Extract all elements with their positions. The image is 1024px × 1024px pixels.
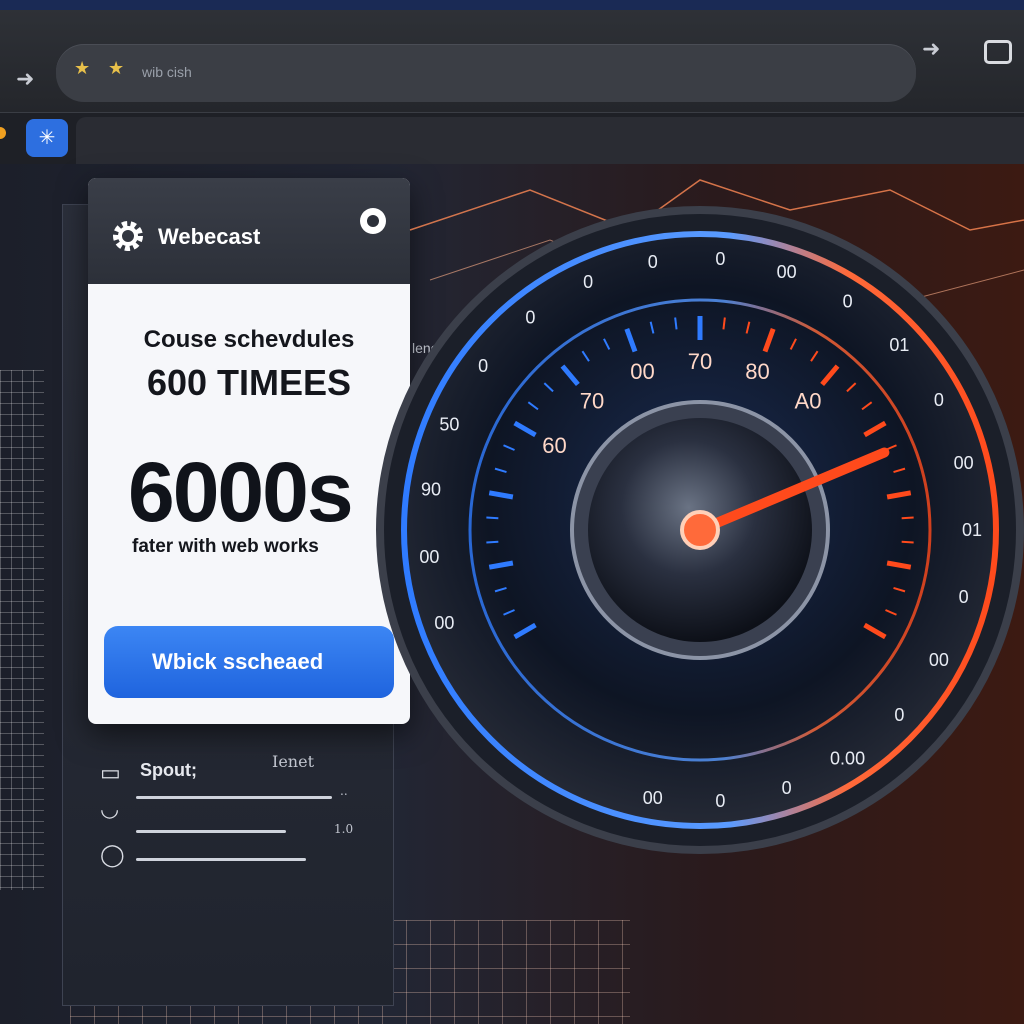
webcast-card: Webecast Couse schevdules 600 TIMEES 600…	[88, 178, 410, 724]
card-big-value: 6000s	[128, 445, 354, 539]
list-line	[136, 796, 332, 799]
gauge-outer-label: 00	[434, 613, 454, 633]
gauge-tick	[901, 516, 914, 520]
list-sub-meta: 1.0	[334, 822, 354, 836]
gauge-scale-label: 80	[745, 359, 769, 384]
url-text[interactable]: wib cish	[142, 64, 192, 80]
active-tab[interactable]	[76, 117, 1024, 165]
gauge-outer-label: 00	[954, 453, 974, 473]
gauge-tick	[486, 516, 499, 520]
gauge-outer-label: 50	[439, 414, 459, 434]
gauge-tick	[486, 540, 499, 544]
gauge-outer-label: 00	[643, 788, 663, 808]
back-arrow-icon[interactable]: ➜	[16, 66, 34, 92]
gauge-outer-label: 0	[648, 252, 658, 272]
gauge-outer-label: 0	[782, 778, 792, 798]
titlebar-accent	[0, 0, 1024, 10]
gauge-tick	[722, 317, 726, 330]
clock-icon: ◯	[100, 842, 125, 867]
gauge-outer-label: 0	[525, 307, 535, 327]
gauge-outer-label: 0	[715, 249, 725, 269]
gauge-outer-label: 0	[934, 390, 944, 410]
gauge-outer-label: 01	[889, 335, 909, 355]
gauge-outer-label: 0	[715, 791, 725, 811]
gauge-outer-label: 00	[777, 262, 797, 282]
list-meta: Ienet	[272, 752, 314, 771]
gauge-needle-cap	[680, 510, 720, 550]
gauge-tick	[901, 540, 914, 544]
gauge-outer-label: 0	[894, 705, 904, 725]
window-icon[interactable]	[984, 40, 1012, 64]
card-title: 600 TIMEES	[146, 362, 352, 403]
gauge-outer-label: 0	[843, 292, 853, 312]
speed-gauge: 00 00 90 50 0 0 0 0 0 00 0 01 0 00 01 0 00 0 0.00 0 0 00 60 70…	[370, 170, 1024, 930]
bookmark-star-icon[interactable]: ★	[108, 58, 124, 79]
card-subtitle: Couse schevdules	[143, 326, 355, 353]
gauge-outer-label: 0.00	[830, 748, 865, 768]
card-tagline: fater with web works	[132, 536, 319, 557]
list-line	[136, 830, 286, 833]
gauge-outer-label: 0	[478, 356, 488, 376]
gauge-outer-label: 90	[421, 479, 441, 499]
gauge-outer-label: 00	[419, 547, 439, 567]
gauge-scale-label: A0	[795, 388, 822, 413]
card-app-name: Webecast	[158, 224, 261, 249]
card-header: Webecast	[88, 178, 410, 284]
gauge-outer-label: 01	[962, 520, 982, 540]
tab-strip: ✳	[0, 112, 1024, 165]
gauge-outer-label: 00	[929, 650, 949, 670]
gauge-svg: 000090500000 0000010000100000.000000 6070…	[376, 179, 1024, 854]
schedule-button[interactable]: Wbick sscheaed	[104, 626, 394, 698]
forward-arrow-icon[interactable]: ➜	[922, 36, 940, 62]
gauge-scale-label: 70	[688, 349, 712, 374]
browser-titlebar: ➜ ★ ★ wib cish ➜	[0, 0, 1024, 112]
list-label: Spout;	[140, 760, 197, 780]
folder-icon: ▭	[100, 760, 121, 785]
address-bar[interactable]: ★ ★ wib cish	[56, 44, 916, 102]
extension-icon[interactable]: ✳	[26, 119, 68, 157]
gauge-scale-label: 60	[542, 433, 566, 458]
list-sub-meta: ..	[340, 784, 348, 798]
left-grid-decoration	[0, 370, 44, 890]
star-icon[interactable]: ★	[74, 58, 90, 79]
tab-indicator-dot	[0, 127, 6, 139]
gauge-scale-label: 00	[630, 359, 654, 384]
gauge-scale-label: 70	[580, 388, 604, 413]
gauge-outer-label: 0	[583, 272, 593, 292]
cup-icon: ◡	[100, 796, 120, 821]
gauge-outer-label: 0	[959, 587, 969, 607]
gear-icon	[113, 221, 143, 251]
gauge-tick	[674, 317, 678, 330]
list-line	[136, 858, 306, 861]
